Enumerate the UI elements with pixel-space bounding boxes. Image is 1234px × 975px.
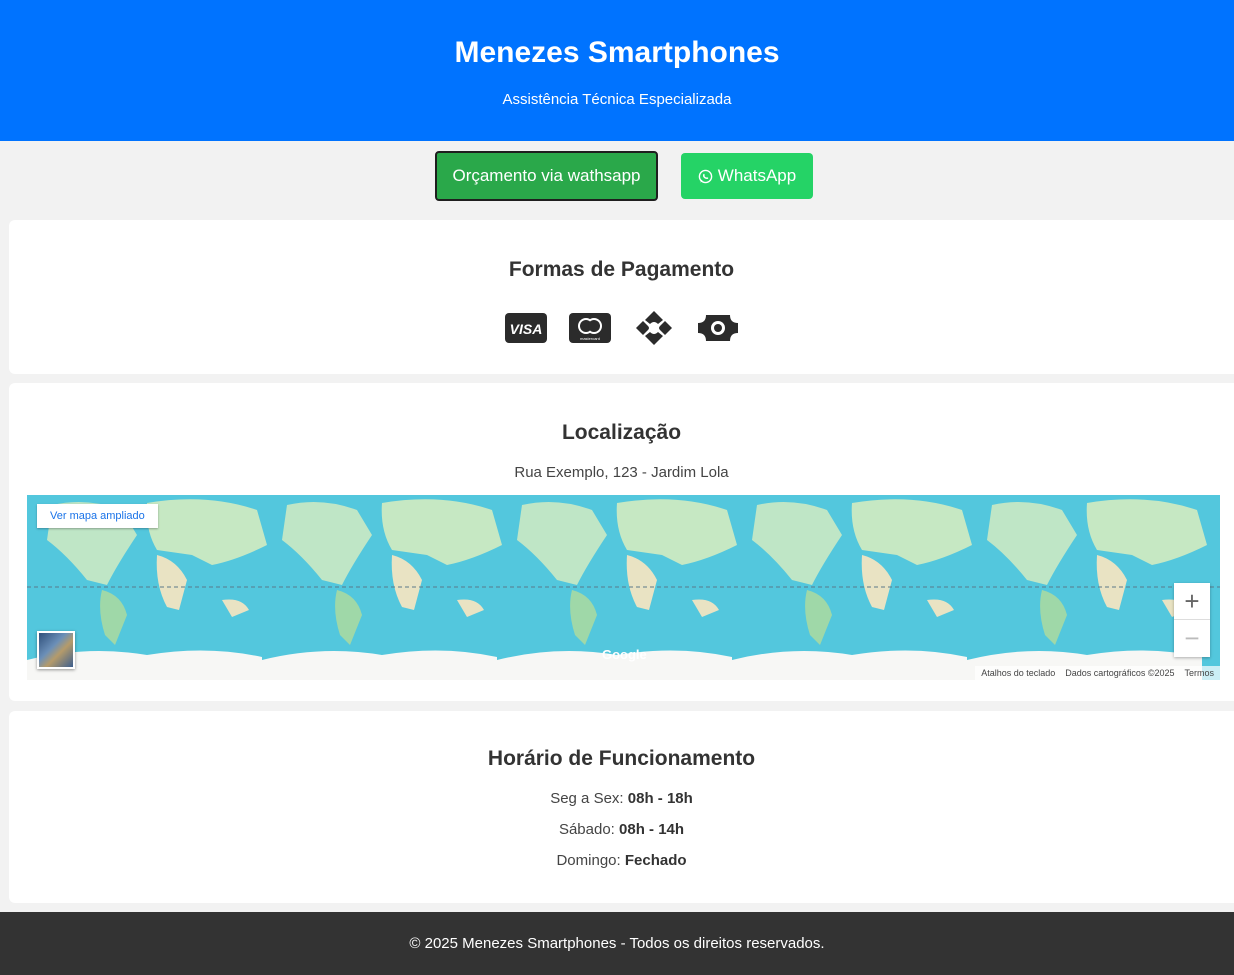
- svg-text:mastercard: mastercard: [579, 336, 599, 341]
- map-attribution: Atalhos do teclado Dados cartográficos ©…: [975, 666, 1220, 680]
- site-footer: © 2025 Menezes Smartphones - Todos os di…: [0, 912, 1234, 975]
- satellite-toggle[interactable]: [37, 631, 75, 669]
- location-address: Rua Exemplo, 123 - Jardim Lola: [514, 464, 729, 481]
- payment-section: Formas de Pagamento VISA mastercard: [9, 220, 1234, 374]
- site-header: Menezes Smartphones Assistência Técnica …: [0, 0, 1234, 141]
- hours-title: Horário de Funcionamento: [487, 747, 756, 770]
- cash-icon: [696, 310, 740, 346]
- pix-icon: [632, 310, 676, 346]
- whatsapp-icon: [698, 169, 713, 183]
- hours-row-weekdays: Seg a Sex: 08h - 18h: [550, 790, 693, 807]
- whatsapp-button[interactable]: WhatsApp: [681, 153, 813, 199]
- site-subtitle: Assistência Técnica Especializada: [502, 91, 732, 108]
- expand-map-link[interactable]: Ver mapa ampliado: [37, 504, 158, 528]
- site-title: Menezes Smartphones: [454, 36, 780, 69]
- mastercard-icon: mastercard: [568, 310, 612, 346]
- zoom-out-button[interactable]: −: [1174, 620, 1210, 657]
- keyboard-shortcuts-link[interactable]: Atalhos do teclado: [981, 668, 1055, 678]
- visa-icon: VISA: [504, 310, 548, 346]
- hours-row-saturday: Sábado: 08h - 14h: [558, 821, 685, 838]
- quote-whatsapp-button[interactable]: Orçamento via wathsapp: [435, 151, 658, 201]
- zoom-in-button[interactable]: +: [1174, 583, 1210, 620]
- location-title: Localização: [561, 421, 682, 444]
- whatsapp-button-label: WhatsApp: [717, 166, 797, 185]
- zoom-controls: + −: [1174, 583, 1210, 657]
- embedded-map[interactable]: Ver mapa ampliado + − Google Atalhos do …: [27, 495, 1220, 680]
- terms-link[interactable]: Termos: [1184, 668, 1214, 678]
- payment-methods: VISA mastercard: [9, 310, 1234, 346]
- payment-title: Formas de Pagamento: [508, 258, 735, 281]
- map-data-label: Dados cartográficos ©2025: [1065, 668, 1175, 678]
- svg-text:VISA: VISA: [509, 321, 542, 337]
- hours-section: Horário de Funcionamento Seg a Sex: 08h …: [9, 711, 1234, 903]
- google-logo: Google: [602, 647, 647, 662]
- hours-row-sunday: Domingo: Fechado: [556, 852, 687, 869]
